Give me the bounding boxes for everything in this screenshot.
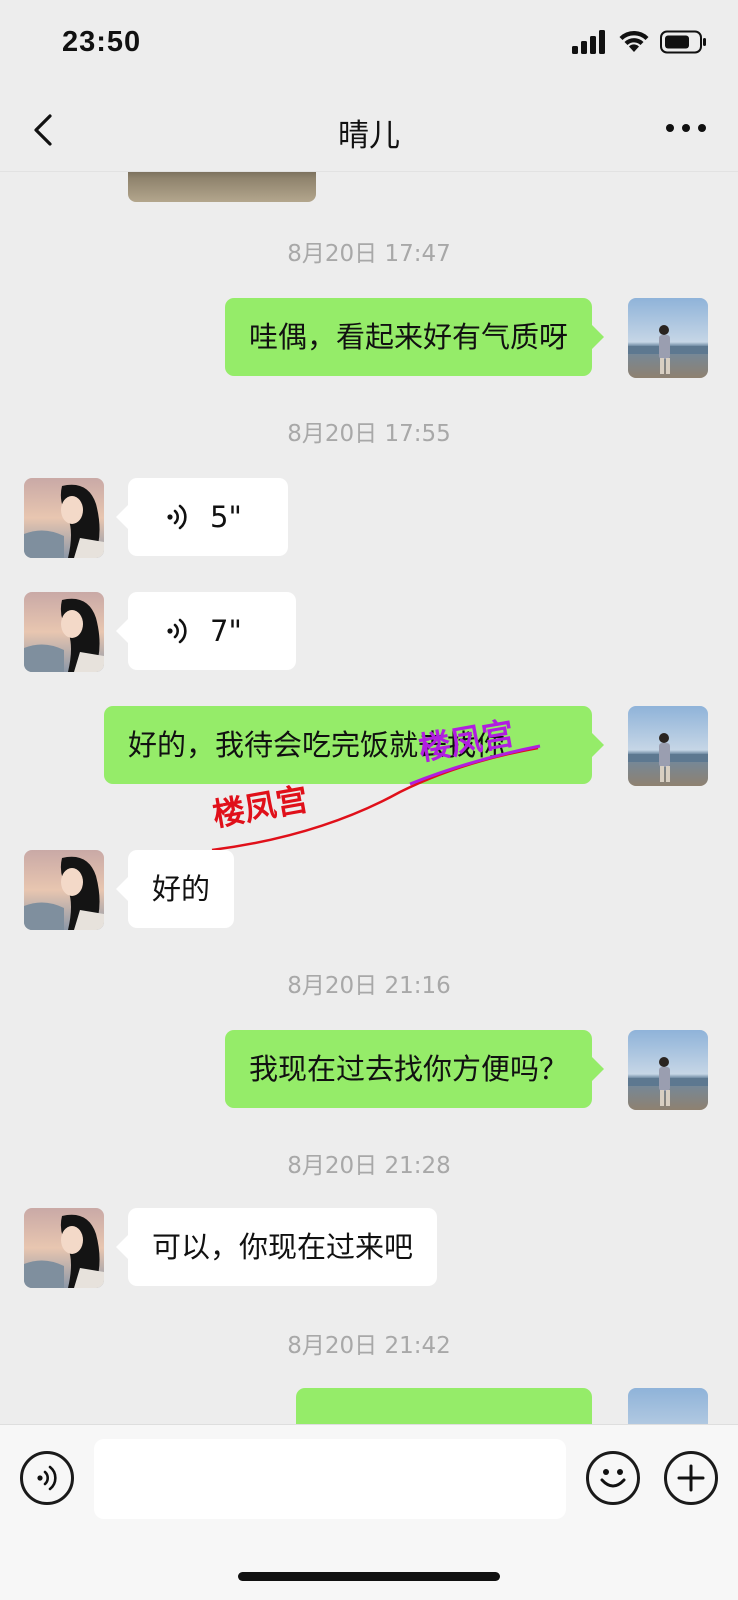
message-timestamp: 8月20日 21:16 bbox=[287, 973, 451, 999]
sent-message-bubble-partial[interactable] bbox=[296, 1388, 592, 1424]
message-timestamp: 8月20日 17:47 bbox=[287, 241, 451, 267]
contact-avatar-image bbox=[24, 592, 104, 672]
voice-wave-icon bbox=[167, 504, 187, 530]
message-list[interactable]: 8月20日 17:47 哇偶，看起来好有气质呀 8月20日 17:55 5" 7… bbox=[0, 172, 738, 1424]
message-text: 好的 bbox=[152, 872, 211, 906]
my-avatar[interactable] bbox=[628, 298, 708, 378]
wifi-icon bbox=[619, 30, 649, 52]
received-voice-message[interactable]: 7" bbox=[116, 592, 296, 670]
plus-icon bbox=[677, 1464, 705, 1492]
my-avatar[interactable] bbox=[628, 706, 708, 786]
watermark-curve bbox=[211, 744, 541, 852]
received-voice-message[interactable]: 5" bbox=[116, 478, 288, 556]
contact-avatar[interactable] bbox=[24, 850, 104, 930]
message-text: 可以，你现在过来吧 bbox=[152, 1230, 414, 1264]
my-avatar-image bbox=[628, 706, 708, 786]
received-message-bubble[interactable]: 可以，你现在过来吧 bbox=[115, 1208, 438, 1286]
emoji-button[interactable] bbox=[586, 1451, 640, 1505]
emoji-icon bbox=[600, 1469, 626, 1488]
sent-message-bubble[interactable]: 我现在过去找你方便吗？ bbox=[224, 1030, 605, 1108]
status-icons bbox=[572, 30, 708, 54]
more-dots-icon[interactable] bbox=[664, 116, 708, 140]
contact-avatar-image bbox=[24, 478, 104, 558]
contact-avatar-image bbox=[24, 850, 104, 930]
voice-wave-icon bbox=[167, 618, 187, 644]
contact-avatar[interactable] bbox=[24, 1208, 104, 1288]
image-message-partial[interactable] bbox=[128, 172, 316, 202]
message-timestamp: 8月20日 21:28 bbox=[287, 1153, 451, 1179]
home-indicator[interactable] bbox=[238, 1572, 500, 1581]
status-bar: 23:50 bbox=[0, 0, 738, 88]
my-avatar-image bbox=[628, 298, 708, 378]
voice-toggle-button[interactable] bbox=[20, 1451, 74, 1505]
message-text: 哇偶，看起来好有气质呀 bbox=[248, 320, 568, 354]
chat-header: 晴儿 bbox=[0, 88, 738, 172]
message-timestamp: 8月20日 21:42 bbox=[287, 1333, 451, 1359]
received-message-bubble[interactable]: 好的 bbox=[115, 850, 235, 928]
voice-icon bbox=[37, 1465, 57, 1491]
add-button[interactable] bbox=[664, 1451, 718, 1505]
contact-avatar-image bbox=[24, 1208, 104, 1288]
message-text: 我现在过去找你方便吗？ bbox=[248, 1052, 568, 1086]
contact-avatar[interactable] bbox=[24, 478, 104, 558]
message-input[interactable] bbox=[94, 1439, 566, 1519]
voice-duration: 5" bbox=[210, 500, 242, 534]
my-avatar-partial[interactable] bbox=[628, 1388, 708, 1424]
chat-title: 晴儿 bbox=[338, 118, 400, 154]
my-avatar[interactable] bbox=[628, 1030, 708, 1110]
contact-avatar[interactable] bbox=[24, 592, 104, 672]
sent-message-bubble[interactable]: 哇偶，看起来好有气质呀 bbox=[224, 298, 605, 376]
voice-duration: 7" bbox=[210, 614, 242, 648]
battery-icon bbox=[660, 30, 706, 54]
cellular-signal-icon bbox=[572, 30, 605, 54]
my-avatar-image bbox=[628, 1030, 708, 1110]
message-timestamp: 8月20日 17:55 bbox=[287, 421, 451, 447]
status-time: 23:50 bbox=[62, 26, 142, 58]
